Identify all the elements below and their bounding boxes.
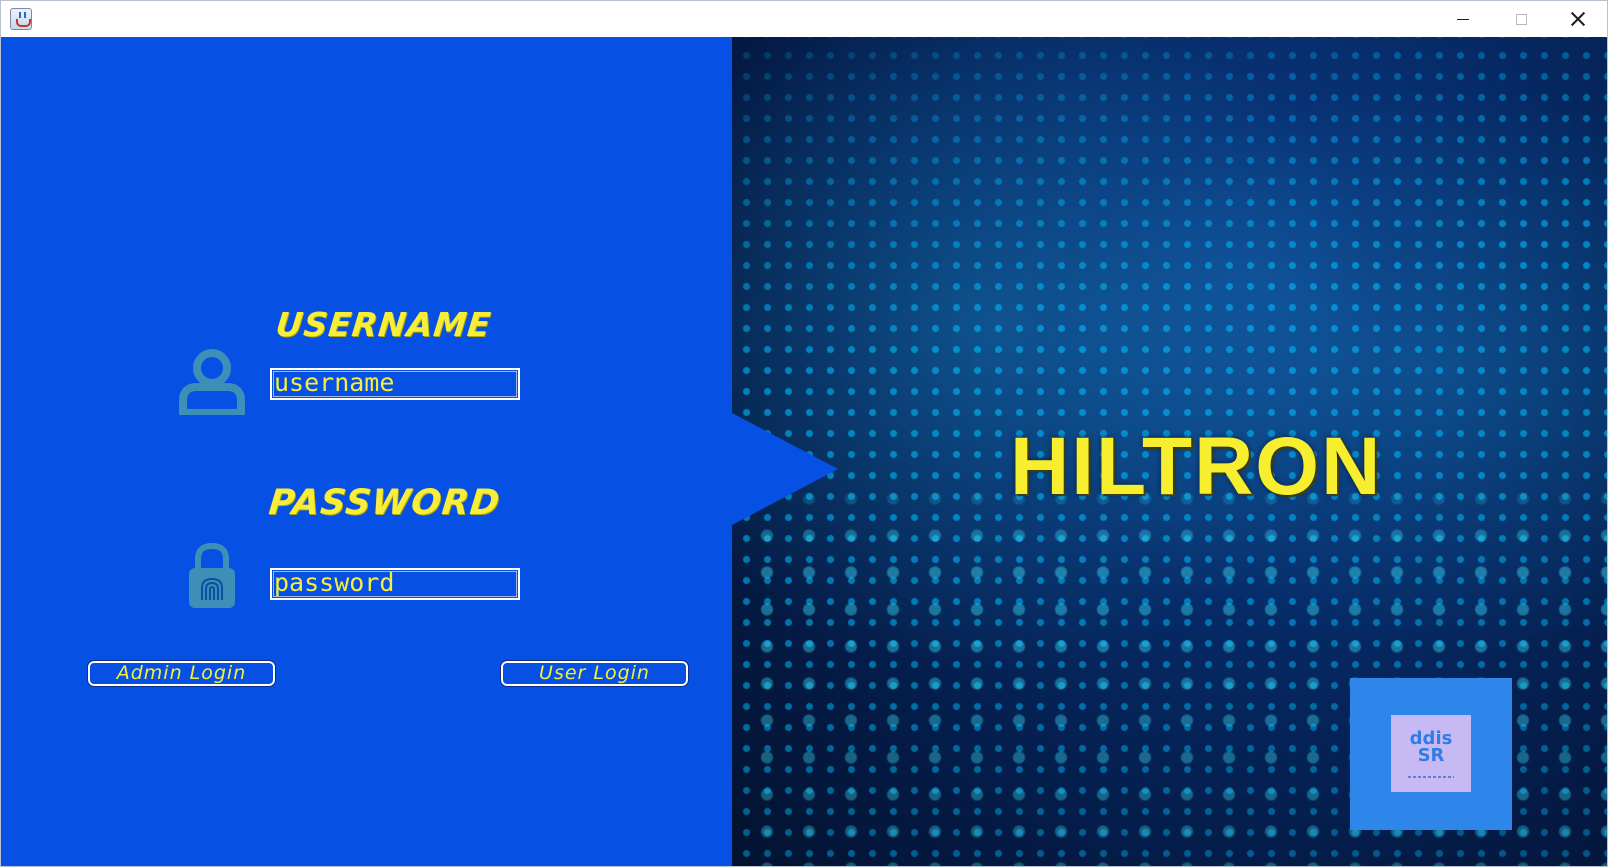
password-input[interactable]: password (270, 568, 520, 600)
arrow-pointer (732, 413, 838, 525)
company-logo: ddis SR (1350, 678, 1512, 830)
close-icon (1571, 12, 1585, 26)
brand-title: HILTRON (1010, 421, 1383, 512)
brand-panel: HILTRON ddis SR (732, 37, 1607, 866)
maximize-icon (1515, 13, 1527, 25)
logo-text: ddis SR (1409, 728, 1453, 766)
close-button[interactable] (1549, 1, 1607, 37)
username-input[interactable]: username (270, 368, 520, 400)
login-panel: USERNAME username PASSWORD password Admi… (1, 37, 732, 866)
logo-badge: ddis SR (1391, 715, 1471, 792)
password-label: PASSWORD (266, 483, 503, 523)
username-label: USERNAME (273, 305, 494, 344)
maximize-button[interactable] (1492, 1, 1550, 37)
fingerprint-lock-icon (189, 542, 235, 608)
admin-login-button[interactable]: Admin Login (87, 660, 276, 687)
minimize-icon (1457, 18, 1469, 20)
minimize-button[interactable] (1434, 1, 1492, 37)
logo-tagline (1408, 776, 1454, 778)
login-window: USERNAME username PASSWORD password Admi… (0, 0, 1608, 867)
java-app-icon[interactable] (10, 8, 32, 30)
user-icon (179, 349, 245, 415)
user-login-button[interactable]: User Login (500, 660, 689, 687)
title-bar (1, 1, 1607, 37)
